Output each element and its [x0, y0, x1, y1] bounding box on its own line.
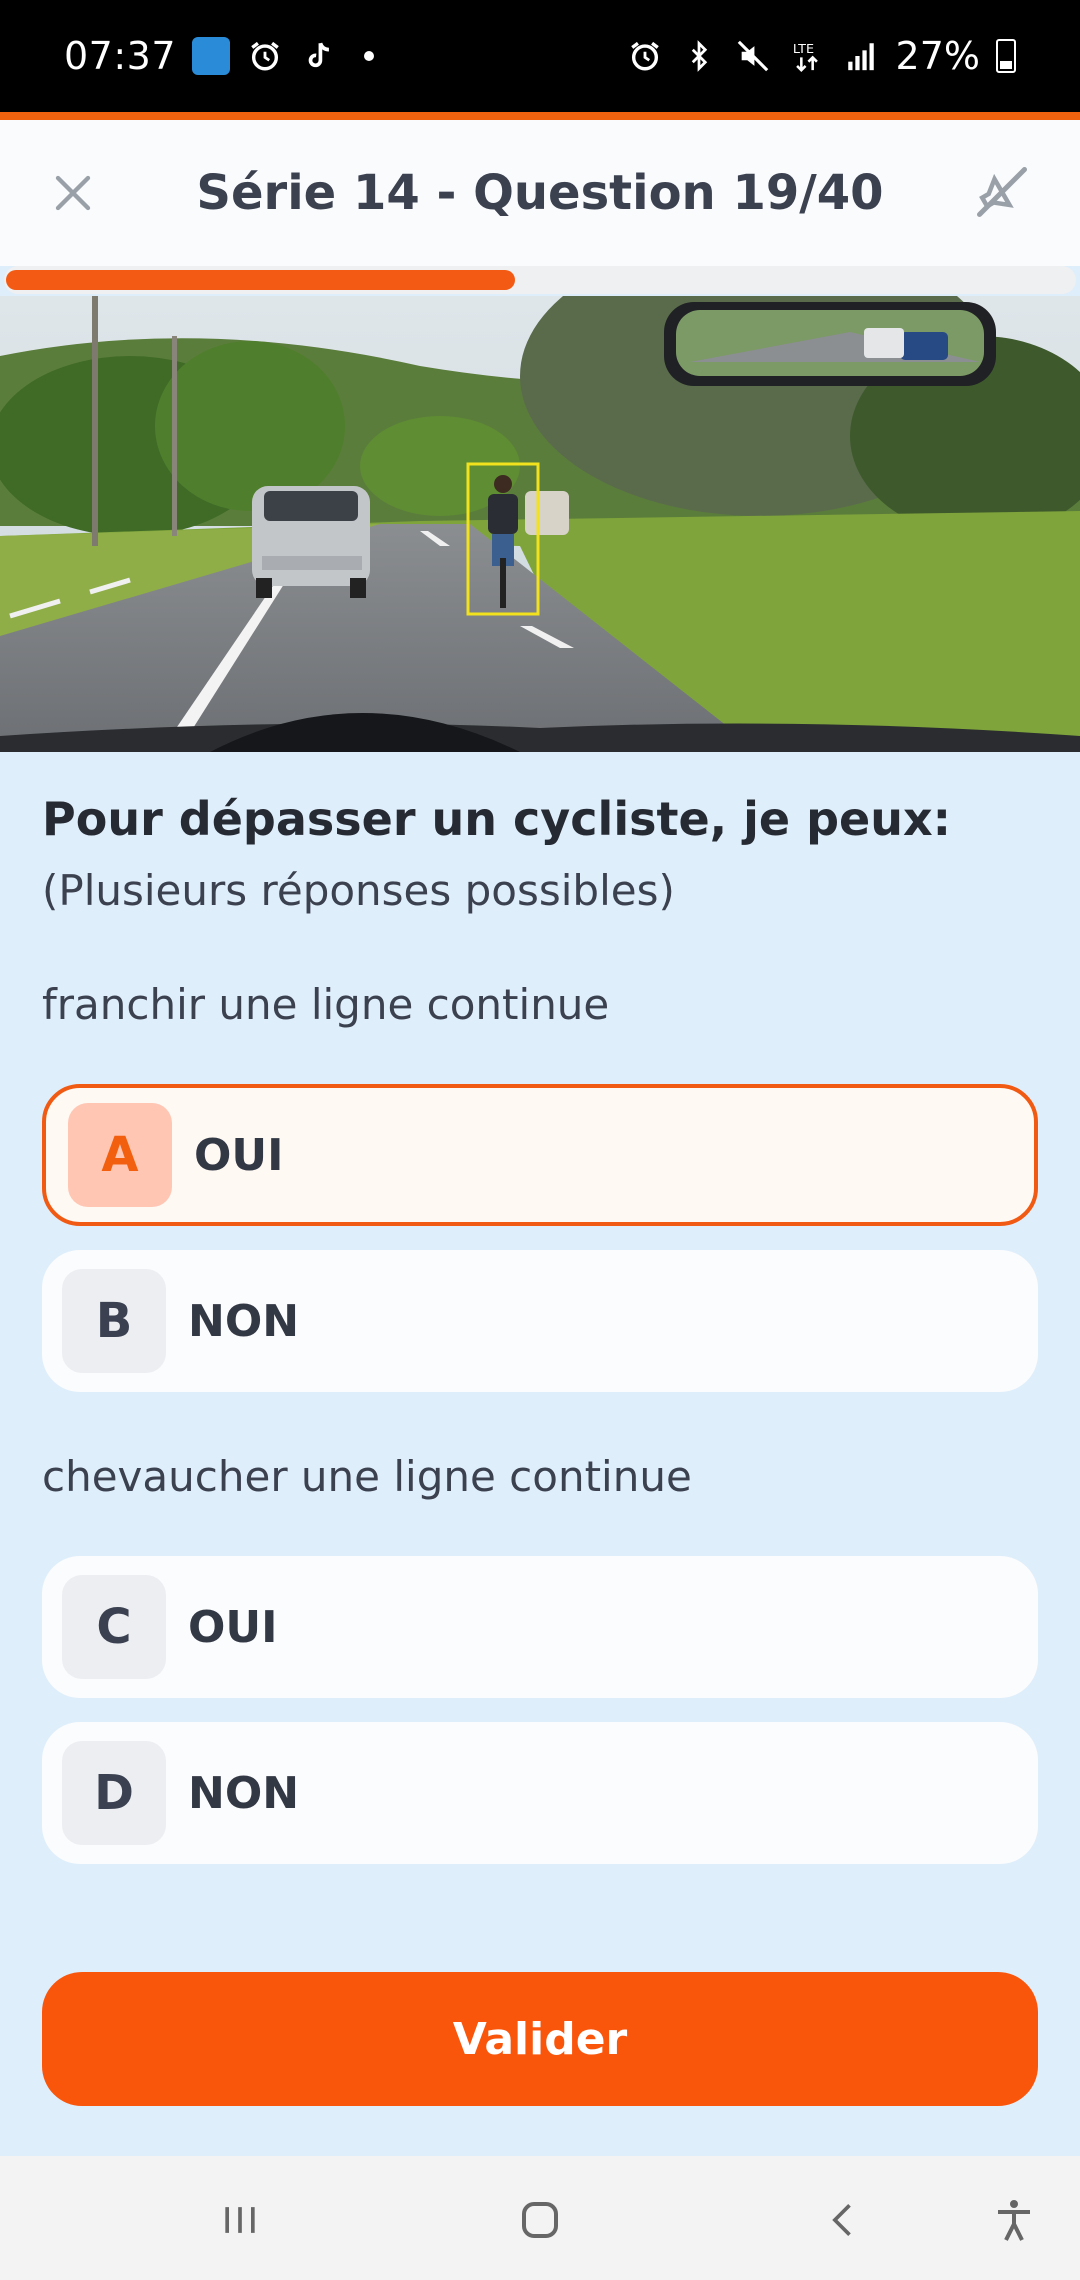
close-button[interactable]	[40, 160, 106, 226]
page-title: Série 14 - Question 19/40	[196, 165, 884, 221]
recent-apps-icon	[225, 2207, 255, 2233]
home-button[interactable]	[508, 2188, 572, 2252]
lte-icon: LTE	[788, 37, 826, 75]
option-d[interactable]: D NON	[42, 1722, 1038, 1864]
accessibility-icon	[998, 2200, 1030, 2241]
option-text: OUI	[194, 1129, 284, 1181]
progress-bar	[4, 266, 1076, 294]
app-notification-icon	[192, 37, 231, 75]
quiz-header: Série 14 - Question 19/40	[0, 120, 1080, 266]
back-button[interactable]	[812, 2188, 876, 2252]
submit-button[interactable]: Valider	[42, 1972, 1038, 2106]
option-c[interactable]: C OUI	[42, 1556, 1038, 1698]
header-accent-line	[0, 112, 1080, 120]
bluetooth-icon	[680, 37, 718, 75]
signal-icon	[842, 37, 880, 75]
option-letter: B	[62, 1269, 166, 1373]
option-b[interactable]: B NON	[42, 1250, 1038, 1392]
battery-percent: 27%	[895, 34, 980, 78]
battery-icon	[996, 39, 1016, 73]
mute-icon	[734, 37, 772, 75]
question-block: Pour dépasser un cycliste, je peux: (Plu…	[42, 752, 1038, 915]
sound-off-icon	[977, 167, 1027, 217]
option-letter: C	[62, 1575, 166, 1679]
close-icon	[55, 175, 91, 211]
option-letter: A	[68, 1103, 172, 1207]
question-text: Pour dépasser un cycliste, je peux:	[42, 792, 952, 846]
sound-toggle-button[interactable]	[964, 154, 1040, 230]
back-icon	[832, 2204, 851, 2236]
status-time: 07:37	[64, 34, 177, 78]
accessibility-button[interactable]	[982, 2188, 1046, 2252]
option-text: NON	[188, 1767, 300, 1819]
home-icon	[522, 2202, 558, 2238]
option-text: OUI	[188, 1601, 278, 1653]
question-hint: (Plusieurs réponses possibles)	[42, 866, 675, 915]
group-label-1: franchir une ligne continue	[42, 980, 610, 1029]
group-label-2: chevaucher une ligne continue	[42, 1452, 692, 1501]
option-letter: D	[62, 1741, 166, 1845]
progress-fill	[6, 270, 516, 290]
status-right: LTE 27%	[626, 34, 1016, 78]
question-image	[0, 296, 1080, 752]
alarm-icon	[246, 37, 284, 75]
system-nav-bar	[0, 2156, 1080, 2280]
option-a[interactable]: A OUI	[42, 1084, 1038, 1226]
dot-icon	[364, 51, 375, 61]
status-left: 07:37	[64, 34, 375, 78]
status-bar: 07:37 LTE 27%	[0, 0, 1080, 112]
tiktok-icon	[300, 37, 338, 75]
svg-text:LTE: LTE	[792, 42, 813, 57]
alarm-icon	[626, 37, 664, 75]
recent-apps-button[interactable]	[208, 2188, 272, 2252]
option-text: NON	[188, 1295, 300, 1347]
